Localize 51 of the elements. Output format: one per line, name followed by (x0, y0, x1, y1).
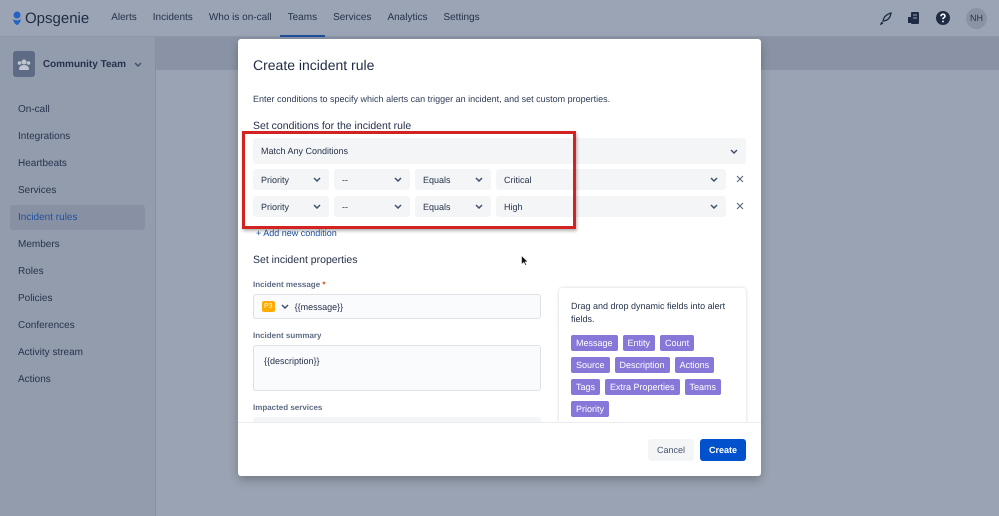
nav-tab[interactable]: Who is on-call (200, 0, 280, 36)
key-select[interactable]: -- (334, 196, 410, 217)
nav-tab[interactable]: Analytics (379, 0, 436, 36)
nav-tab[interactable]: Services (325, 0, 380, 36)
sidebar-item[interactable]: Integrations (10, 124, 145, 149)
field-select[interactable]: Priority (253, 196, 329, 217)
dialog-title: Create incident rule (253, 57, 376, 73)
nav-tab[interactable]: Alerts (103, 0, 145, 36)
section-heading: Set incident properties (253, 254, 358, 266)
operator-select[interactable]: Equals (415, 196, 491, 217)
sidebar-item[interactable]: Policies (10, 286, 145, 311)
add-condition-link[interactable]: + Add new condition (253, 226, 340, 240)
field-tag[interactable]: Source (571, 357, 610, 373)
sidebar-item[interactable]: Actions (10, 367, 145, 392)
sidebar-item[interactable]: Roles (10, 259, 145, 284)
field-label: Incident message * (253, 280, 326, 289)
nav-tab[interactable]: Settings (435, 0, 488, 36)
sidebar-item[interactable]: Services (10, 178, 145, 203)
field-tag[interactable]: Actions (674, 357, 714, 373)
field-tag[interactable]: Description (614, 357, 670, 373)
field-label: Incident summary (253, 331, 322, 340)
summary-field[interactable]: {{description}} (253, 345, 541, 391)
key-select[interactable]: -- (334, 169, 410, 190)
dialog-button[interactable]: Cancel (648, 438, 694, 461)
field-tag[interactable]: Entity (622, 335, 656, 351)
field-select[interactable]: Priority (253, 169, 329, 190)
sidebar-item[interactable]: On-call (10, 97, 145, 122)
field-tag[interactable]: Extra Properties (605, 379, 680, 395)
team-name[interactable]: Community Team (42, 58, 126, 70)
field-tag[interactable]: Message (571, 335, 618, 351)
value-select[interactable]: Critical (496, 169, 726, 190)
dialog-description: Enter conditions to specify which alerts can trigger an incident, and set custom properties. (253, 94, 612, 104)
sidebar-item[interactable]: Activity stream (10, 340, 145, 365)
sidebar-item[interactable]: Incident rules (10, 205, 145, 230)
value-select[interactable]: High (496, 196, 726, 217)
brand-name: Opsgenie (25, 10, 90, 26)
section-heading: Set conditions for the incident rule (253, 120, 412, 132)
field-tag[interactable]: Teams (684, 379, 722, 395)
dialog-button[interactable]: Create (700, 438, 746, 461)
panel-hint: Drag and drop dynamic fields into alert fields. (571, 300, 726, 326)
match-select[interactable]: Match Any Conditions (253, 138, 746, 164)
field-label: Impacted services (253, 403, 324, 412)
sidebar-item[interactable]: Conferences (10, 313, 145, 338)
field-tag[interactable]: Count (660, 335, 694, 351)
operator-select[interactable]: Equals (415, 169, 491, 190)
user-avatar[interactable]: NH (966, 8, 987, 28)
field-tag[interactable]: Tags (571, 379, 600, 395)
nav-tab[interactable]: Incidents (144, 0, 201, 36)
sidebar-item[interactable]: Members (10, 232, 145, 257)
sidebar-item[interactable]: Heartbeats (10, 151, 145, 176)
field-tag[interactable]: Priority (571, 401, 610, 417)
